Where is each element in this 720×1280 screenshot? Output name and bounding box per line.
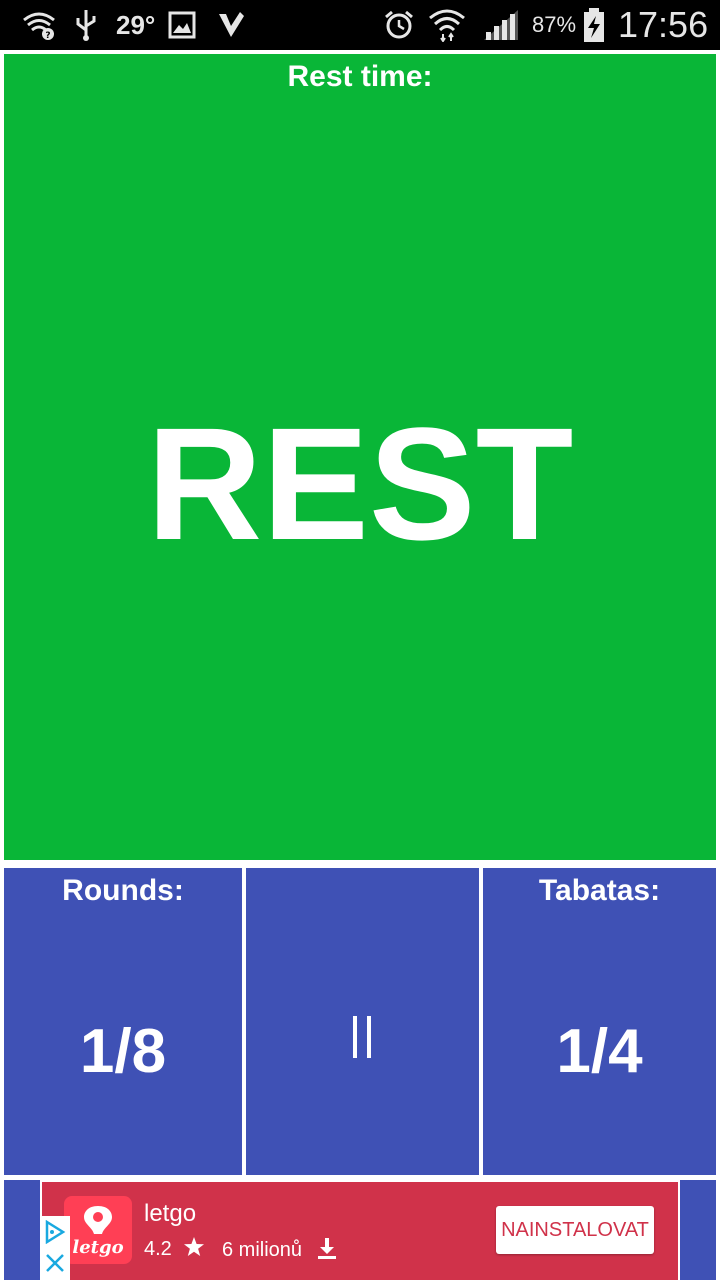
usb-icon: [74, 0, 98, 50]
rounds-value: 1/8: [79, 1017, 167, 1086]
battery-percent-text: 87%: [532, 12, 577, 37]
ad-downloads: 6 milionů: [222, 1236, 338, 1266]
tabatas-value: 1/4: [556, 1017, 643, 1086]
battery-charging-icon: [582, 0, 606, 50]
letgo-logo: letgo: [64, 1196, 132, 1264]
check-icon: [216, 0, 246, 50]
rounds-tile: Rounds: 1/8: [4, 868, 242, 1175]
ad-side-strip-left: [4, 1180, 40, 1280]
tabatas-label: Tabatas:: [538, 874, 661, 907]
adchoices-badge[interactable]: [40, 1216, 70, 1280]
status-bar: ? 29° 87% 17:56: [0, 0, 720, 50]
rest-time-label: Rest time:: [287, 60, 433, 93]
install-button[interactable]: NAINSTALOVAT: [496, 1206, 654, 1254]
pause-button[interactable]: [246, 868, 479, 1175]
pause-icon: [350, 1014, 376, 1065]
wifi-icon: [428, 0, 466, 50]
logo-text: letgo: [72, 1237, 124, 1258]
alarm-icon: [384, 0, 414, 50]
tabatas-tile: Tabatas: 1/4: [483, 868, 716, 1175]
ad-rating-value: 4.2: [144, 1238, 172, 1260]
gallery-icon: [168, 0, 196, 50]
temperature-text: 29°: [116, 9, 156, 40]
download-icon: [316, 1236, 338, 1266]
star-icon: [183, 1236, 205, 1264]
rest-panel[interactable]: Rest time: REST: [4, 54, 716, 860]
close-ad-icon[interactable]: [44, 1252, 66, 1279]
svg-text:?: ?: [45, 31, 50, 40]
ad-app-name: letgo: [144, 1200, 197, 1227]
rounds-label: Rounds:: [62, 874, 184, 907]
ad-side-strip-right: [680, 1180, 716, 1280]
clock-text: 17:56: [618, 4, 709, 45]
signal-icon: [482, 0, 520, 50]
phase-text: REST: [146, 394, 574, 573]
adchoices-icon: [43, 1219, 67, 1249]
ad-downloads-value: 6 milionů: [222, 1239, 303, 1261]
ad-rating: 4.2: [144, 1236, 205, 1264]
wifi-question-icon: ?: [22, 0, 56, 50]
ad-banner[interactable]: letgo letgo 4.2 6 milionů NAINSTALOVAT: [42, 1182, 678, 1280]
